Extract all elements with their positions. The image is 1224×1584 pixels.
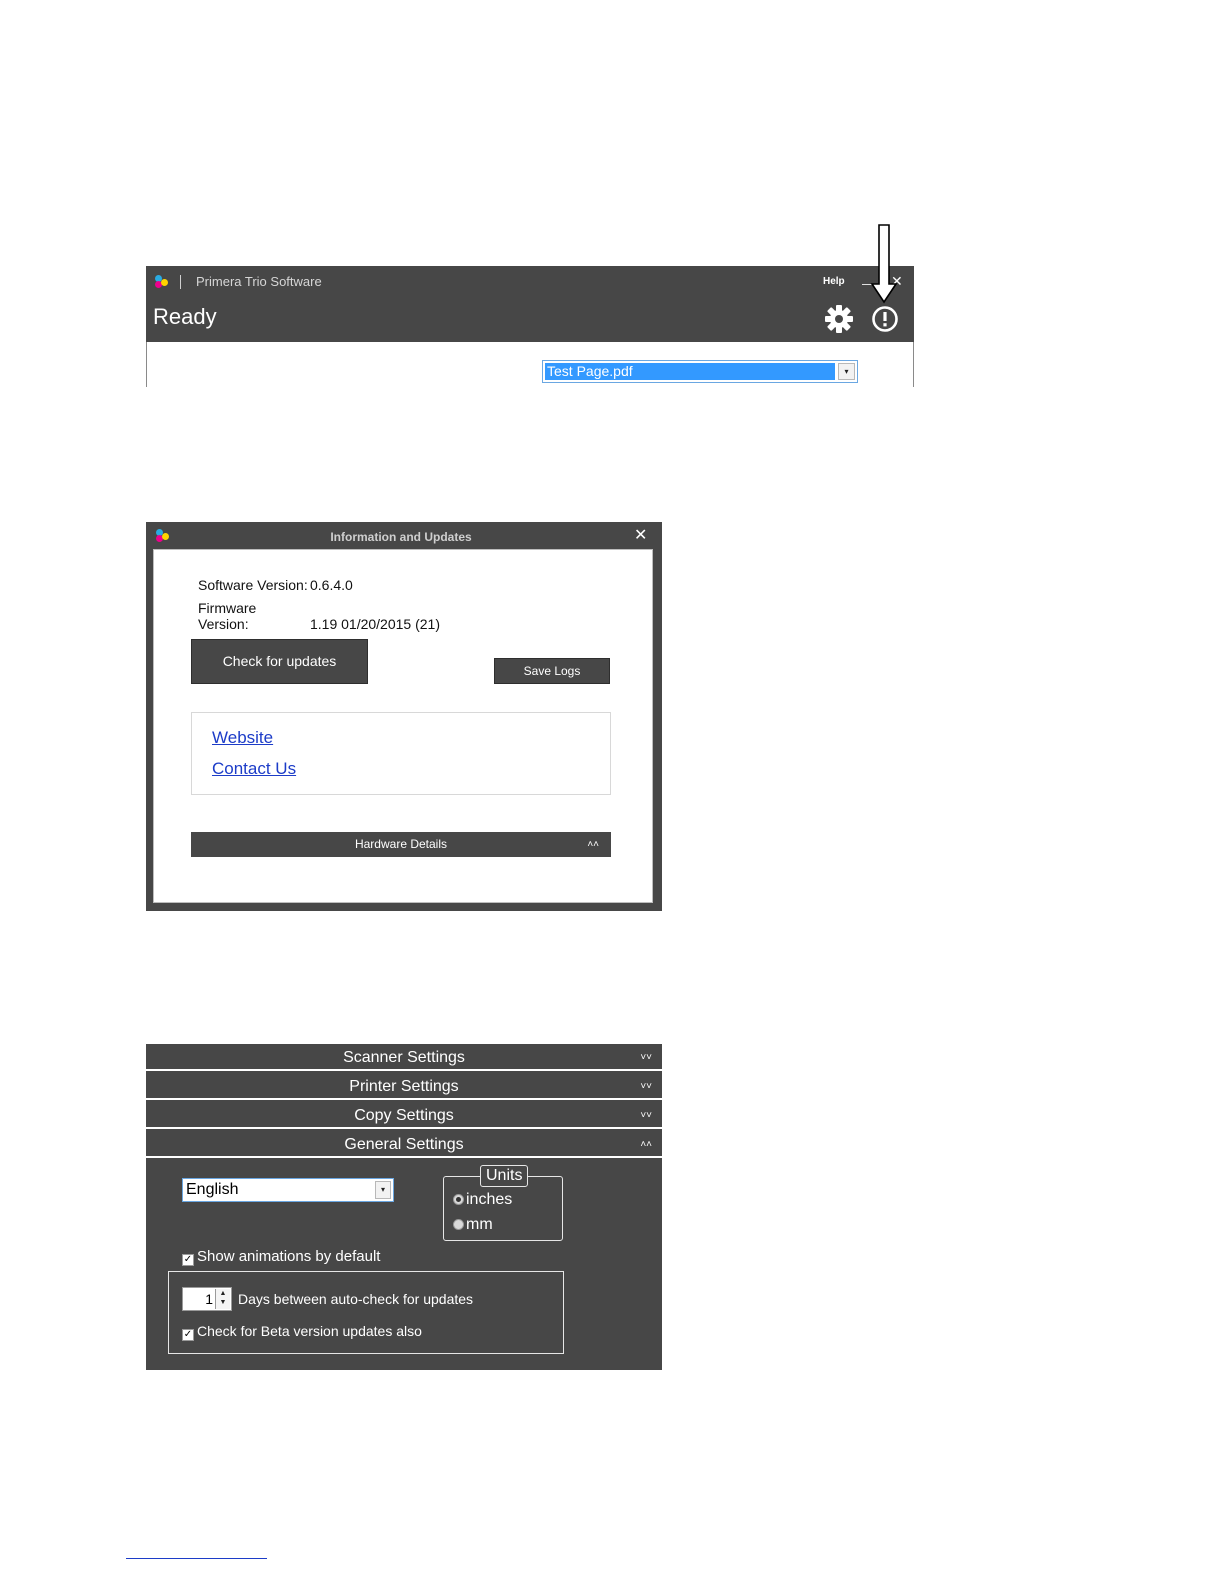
links-box: Website Contact Us xyxy=(191,712,611,795)
days-value: 1 xyxy=(205,1291,213,1307)
info-updates-dialog: Information and Updates ✕ Software Versi… xyxy=(146,522,662,911)
software-version-row: Software Version: 0.6.4.0 xyxy=(198,577,353,593)
save-logs-button[interactable]: Save Logs xyxy=(494,658,610,684)
radio-mm[interactable] xyxy=(453,1219,464,1230)
firmware-version-label: Firmware Version: xyxy=(198,600,257,632)
days-spinner[interactable]: 1 ▲ ▼ xyxy=(182,1287,232,1311)
software-version-label: Software Version: xyxy=(198,577,308,593)
printer-settings-header[interactable]: Printer Settings ˅˅ xyxy=(146,1073,662,1100)
section-label: Scanner Settings xyxy=(343,1049,465,1066)
hardware-details-label: Hardware Details xyxy=(354,837,448,851)
units-mm-option[interactable]: mm xyxy=(453,1216,493,1234)
units-group: Units inches mm xyxy=(443,1165,563,1241)
units-inches-label: inches xyxy=(466,1191,513,1208)
window-border-left xyxy=(146,342,147,387)
dropdown-arrow-icon[interactable]: ▾ xyxy=(838,363,855,380)
update-options-group: 1 ▲ ▼ Days between auto-check for updates… xyxy=(168,1271,564,1354)
app-logo-icon xyxy=(155,275,169,289)
general-settings-header[interactable]: General Settings ˄˄ xyxy=(146,1131,662,1158)
language-select[interactable]: English ▾ xyxy=(182,1178,394,1202)
callout-arrow-icon xyxy=(870,224,898,304)
beta-updates-label: Check for Beta version updates also xyxy=(197,1323,422,1339)
check-updates-button[interactable]: Check for updates xyxy=(191,639,368,684)
firmware-version-value: 1.19 01/20/2015 (21) xyxy=(310,616,440,632)
units-legend: Units xyxy=(480,1165,529,1187)
units-mm-label: mm xyxy=(466,1216,493,1233)
main-window-strip: Primera Trio Software Help ✕ Ready Test … xyxy=(146,266,914,387)
show-animations-option[interactable]: ✓ Show animations by default xyxy=(182,1248,380,1266)
status-text: Ready xyxy=(153,304,217,329)
title-separator xyxy=(180,275,181,289)
contact-us-link[interactable]: Contact Us xyxy=(212,759,296,779)
beta-updates-checkbox[interactable]: ✓ xyxy=(182,1329,194,1341)
collapse-chevron-icon: ˄˄ xyxy=(640,1139,652,1150)
units-inches-option[interactable]: inches xyxy=(453,1191,512,1209)
footnote-separator xyxy=(126,1558,267,1559)
dialog-title: Information and Updates xyxy=(330,530,472,544)
app-title: Primera Trio Software xyxy=(196,274,322,289)
beta-updates-option[interactable]: ✓ Check for Beta version updates also xyxy=(182,1323,422,1341)
dialog-body: Software Version: 0.6.4.0 Firmware Versio… xyxy=(153,549,653,903)
expand-chevron-icon: ˅˅ xyxy=(640,1052,652,1063)
dialog-close-button[interactable]: ✕ xyxy=(634,525,647,545)
radio-inches[interactable] xyxy=(453,1194,464,1205)
spinner-arrows-icon[interactable]: ▲ ▼ xyxy=(215,1289,230,1309)
info-alert-icon[interactable] xyxy=(870,304,900,334)
file-select-value: Test Page.pdf xyxy=(545,363,835,380)
expand-chevron-icon: ˅˅ xyxy=(640,1110,652,1121)
copy-settings-header[interactable]: Copy Settings ˅˅ xyxy=(146,1102,662,1129)
expand-chevron-icon: ˅˅ xyxy=(640,1081,652,1092)
days-label: Days between auto-check for updates xyxy=(238,1291,474,1307)
help-menu[interactable]: Help xyxy=(823,276,845,287)
website-link[interactable]: Website xyxy=(212,728,273,748)
scanner-settings-header[interactable]: Scanner Settings ˅˅ xyxy=(146,1044,662,1071)
section-label: Copy Settings xyxy=(354,1107,454,1124)
dropdown-arrow-icon[interactable]: ▾ xyxy=(375,1181,391,1199)
section-label: Printer Settings xyxy=(349,1078,459,1095)
show-animations-label: Show animations by default xyxy=(197,1248,381,1265)
show-animations-checkbox[interactable]: ✓ xyxy=(182,1254,194,1266)
hardware-details-toggle[interactable]: Hardware Details ˄˄ xyxy=(191,832,611,857)
firmware-version-row: Firmware Version: 1.19 01/20/2015 (21) xyxy=(198,600,440,632)
language-value: English xyxy=(186,1181,239,1198)
settings-gear-icon[interactable] xyxy=(824,304,854,334)
collapse-chevron-icon: ˄˄ xyxy=(587,839,599,850)
software-version-value: 0.6.4.0 xyxy=(310,577,353,593)
file-select-dropdown[interactable]: Test Page.pdf ▾ xyxy=(542,360,858,383)
settings-panel: Scanner Settings ˅˅ Printer Settings ˅˅ … xyxy=(146,1044,662,1370)
section-label: General Settings xyxy=(344,1136,464,1153)
title-bar: Primera Trio Software Help ✕ Ready xyxy=(146,266,914,342)
window-border-right xyxy=(913,342,914,387)
